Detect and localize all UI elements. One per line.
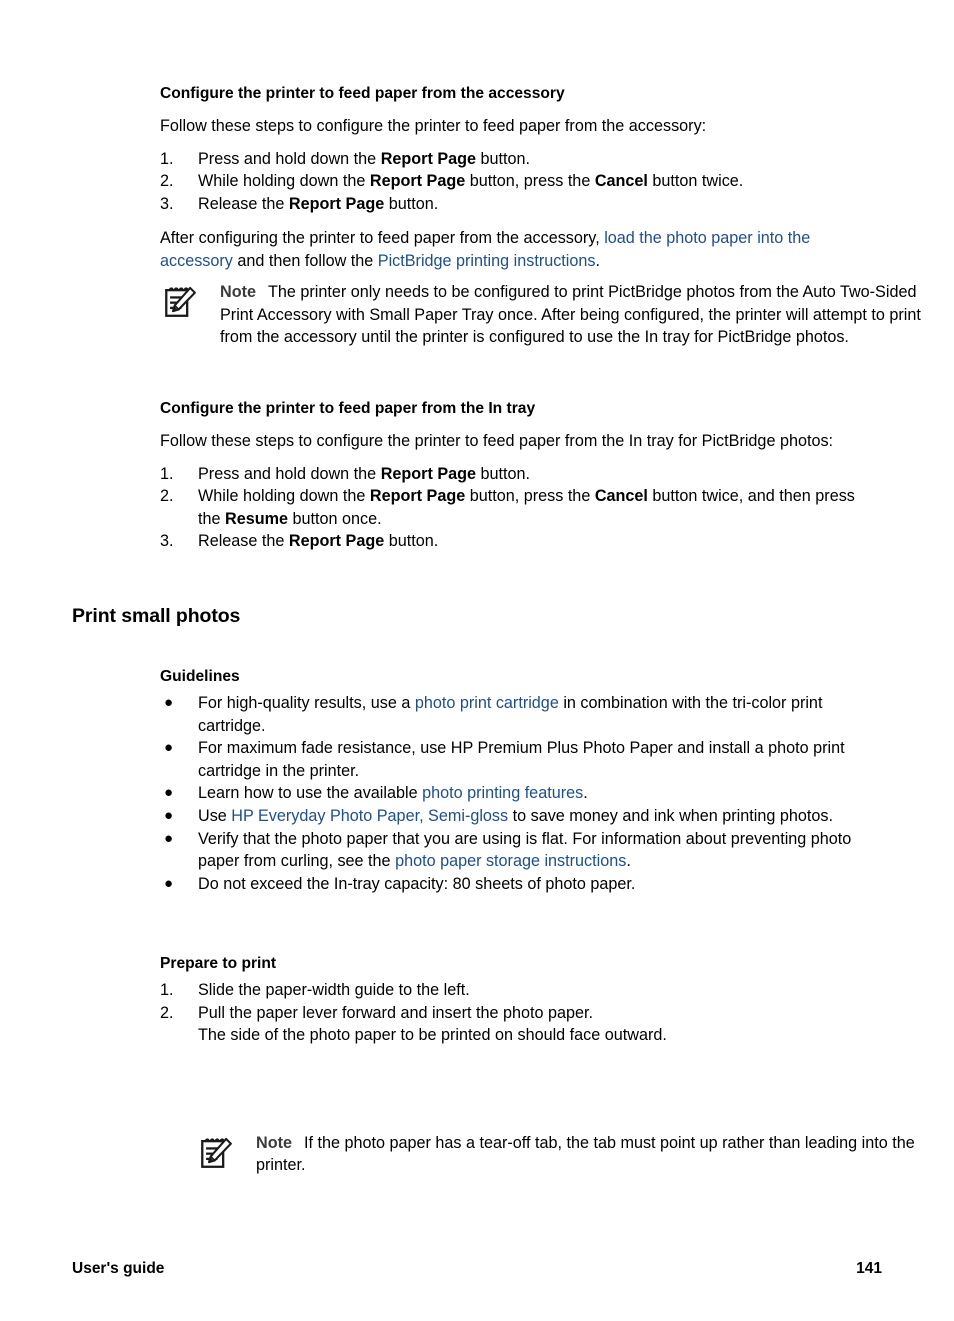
- after-text-1: After configuring the printer to feed pa…: [160, 229, 605, 248]
- paragraph-after-configure: After configuring the printer to feed pa…: [160, 227, 870, 272]
- heading-prepare-to-print: Prepare to print: [160, 955, 277, 972]
- step-text-post: button.: [476, 464, 531, 483]
- step-text-pre: Press and hold down the: [198, 149, 381, 168]
- link-photo-paper-storage[interactable]: photo paper storage instructions: [395, 852, 626, 870]
- list-item: ● Verify that the photo paper that you ar…: [160, 828, 870, 873]
- step-text: Slide the paper-width guide to the left.: [198, 981, 470, 999]
- step-text-bold: Report Page: [288, 194, 385, 213]
- step-text-mid: button, press the: [465, 487, 595, 506]
- note-pencil-pad-icon: [162, 283, 200, 321]
- step-number: 3.: [160, 194, 174, 213]
- step-number: 2.: [160, 1003, 174, 1022]
- heading-configure-accessory: Configure the printer to feed paper from…: [160, 85, 565, 102]
- step-text-post: button once.: [288, 509, 382, 528]
- link-hp-everyday-photo-paper[interactable]: HP Everyday Photo Paper, Semi-gloss: [231, 807, 508, 825]
- steps-prepare-to-print: 1. Slide the paper-width guide to the lef…: [160, 979, 870, 1047]
- bullet-text-pre: Learn how to use the available: [198, 784, 423, 803]
- step-text-bold: Report Page: [380, 149, 477, 168]
- note-pencil-pad-icon: [198, 1134, 236, 1172]
- step-number: 2.: [160, 487, 174, 506]
- heading-configure-intray: Configure the printer to feed paper from…: [160, 400, 536, 417]
- bullet-text-pre: Use: [198, 806, 232, 825]
- step-number: 2.: [160, 172, 174, 191]
- bullet-text-pre: For high-quality results, use a: [198, 694, 415, 712]
- bullet-icon: ●: [164, 784, 174, 802]
- after-text-2: and then follow the: [232, 251, 378, 270]
- steps-configure-intray: 1. Press and hold down the Report Page bu…: [160, 463, 870, 553]
- list-item: 1. Slide the paper-width guide to the lef…: [160, 979, 870, 1002]
- section-configure-intray: Configure the printer to feed paper from…: [160, 398, 870, 553]
- step-text-bold-2: Cancel: [594, 172, 648, 191]
- list-item: 3. Release the Report Page button.: [160, 530, 870, 553]
- list-item: 2. Pull the paper lever forward and inser…: [160, 1002, 870, 1047]
- step-text-pre: While holding down the: [198, 172, 370, 191]
- link-photo-print-cartridge[interactable]: photo print cartridge: [415, 694, 559, 712]
- intro-configure-intray: Follow these steps to configure the prin…: [160, 432, 834, 450]
- step-text-post: button.: [476, 149, 531, 168]
- step-text-pre: Release the: [198, 194, 289, 213]
- link-pictbridge-instructions[interactable]: PictBridge printing instructions: [378, 252, 596, 270]
- list-item: 3. Release the Report Page button.: [160, 193, 870, 216]
- note-label: Note: [256, 1133, 292, 1152]
- step-text-mid: button, press the: [465, 172, 595, 191]
- bullet-text-post: to save money and ink when printing phot…: [508, 806, 833, 825]
- list-item: ● Learn how to use the available photo pr…: [160, 782, 870, 805]
- note-box-tearoff: Note If the photo paper has a tear-off ta…: [198, 1132, 928, 1177]
- list-item: ● For high-quality results, use a photo p…: [160, 692, 870, 737]
- bullet-text-pre: Do not exceed the In-tray capacity: 80 s…: [198, 874, 636, 893]
- step-number: 1.: [160, 981, 174, 999]
- note-label: Note: [220, 283, 256, 301]
- step-text-post: button.: [384, 194, 439, 213]
- step-text-bold: Report Page: [369, 487, 466, 506]
- after-text-3: .: [595, 251, 601, 270]
- bullet-icon: ●: [164, 874, 174, 892]
- list-item: 1. Press and hold down the Report Page bu…: [160, 148, 870, 171]
- note-box-accessory: Note The printer only needs to be configu…: [162, 281, 928, 349]
- bullet-text-post: .: [626, 852, 631, 871]
- list-item: 2. While holding down the Report Page but…: [160, 485, 870, 530]
- intro-configure-accessory: Follow these steps to configure the prin…: [160, 117, 707, 135]
- heading-guidelines: Guidelines: [160, 668, 240, 685]
- step-text-bold: Report Page: [380, 464, 477, 483]
- step-text: Pull the paper lever forward and insert …: [198, 1003, 594, 1022]
- document-page: Configure the printer to feed paper from…: [0, 0, 954, 1321]
- footer-page-number: 141: [856, 1260, 882, 1277]
- section-configure-accessory: Configure the printer to feed paper from…: [160, 83, 870, 273]
- step-text-bold: Report Page: [288, 532, 385, 551]
- list-item: 2. While holding down the Report Page but…: [160, 170, 870, 193]
- step-number: 1.: [160, 149, 174, 168]
- page-footer: User's guide 141: [72, 1258, 882, 1280]
- link-photo-printing-features[interactable]: photo printing features: [422, 784, 583, 802]
- block-prepare-to-print: Prepare to print 1. Slide the paper-width…: [160, 953, 870, 1047]
- bullet-text-post: .: [583, 784, 588, 803]
- list-item: ● For maximum fade resistance, use HP Pre…: [160, 737, 870, 782]
- bullet-icon: ●: [164, 829, 174, 847]
- footer-document-title: User's guide: [72, 1260, 165, 1277]
- step-number: 1.: [160, 464, 174, 483]
- step-text-bold: Report Page: [369, 172, 466, 191]
- step-text-pre: Press and hold down the: [198, 464, 381, 483]
- step-text-bold-3: Resume: [225, 509, 288, 528]
- bullet-icon: ●: [164, 739, 174, 757]
- step-text-post: button twice.: [647, 172, 744, 191]
- list-item: 1. Press and hold down the Report Page bu…: [160, 463, 870, 486]
- block-guidelines: Guidelines ● For high-quality results, us…: [160, 666, 870, 895]
- step-subtext: The side of the photo paper to be printe…: [198, 1026, 667, 1045]
- heading-print-small-photos: Print small photos: [72, 605, 241, 627]
- bullet-text-pre: For maximum fade resistance, use HP Prem…: [198, 739, 845, 780]
- list-item: ● Use HP Everyday Photo Paper, Semi-gloss…: [160, 805, 870, 828]
- step-text-bold-2: Cancel: [594, 487, 648, 506]
- steps-configure-accessory: 1. Press and hold down the Report Page bu…: [160, 148, 870, 216]
- step-text-post: button.: [384, 532, 439, 551]
- list-guidelines: ● For high-quality results, use a photo p…: [160, 692, 870, 895]
- step-text-pre: While holding down the: [198, 487, 370, 506]
- note-body: If the photo paper has a tear-off tab, t…: [256, 1133, 915, 1175]
- list-item: ● Do not exceed the In-tray capacity: 80 …: [160, 873, 870, 896]
- bullet-icon: ●: [164, 694, 174, 711]
- note-body: The printer only needs to be configured …: [220, 283, 921, 347]
- bullet-icon: ●: [164, 806, 174, 824]
- step-text-pre: Release the: [198, 532, 289, 551]
- step-number: 3.: [160, 532, 174, 551]
